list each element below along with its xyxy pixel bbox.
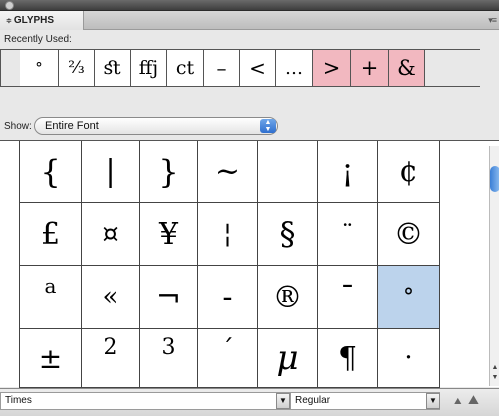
scroll-thumb[interactable] [490, 166, 499, 192]
glyph-cell[interactable] [258, 141, 318, 203]
recently-used-row: ° ⅔ ﬆ ﬀj ct – <… > + & [0, 49, 480, 87]
recent-glyph-cell[interactable]: < [240, 50, 276, 86]
glyphs-panel: ≑ GLYPHS ▾≡ Recently Used: ° ⅔ ﬆ ﬀj ct – <… > + & … [0, 0, 499, 416]
font-style-value: Regular [295, 395, 331, 406]
grid-scrollbar[interactable]: ▲ ▼ [489, 146, 499, 386]
close-icon[interactable] [5, 1, 14, 10]
zoom-in-icon[interactable]: ⛰ [468, 392, 479, 408]
tab-arrows-icon: ≑ [6, 18, 12, 25]
recent-row-edge [0, 49, 20, 87]
scroll-down-icon[interactable]: ▼ [490, 374, 499, 384]
scroll-up-icon[interactable]: ▲ [490, 364, 499, 374]
glyph-cell[interactable]: ¯ [318, 266, 378, 329]
font-style-dropdown-icon[interactable]: ▼ [426, 393, 440, 409]
glyph-cell[interactable]: © [378, 203, 440, 266]
glyph-cell[interactable]: § [258, 203, 318, 266]
glyph-cell[interactable]: ~ [198, 141, 258, 203]
glyph-cell[interactable]: ® [258, 266, 318, 329]
glyph-cell[interactable]: ¡ [318, 141, 378, 203]
show-select[interactable]: Entire Font ▲ ▼ [34, 117, 278, 135]
recently-used-label: Recently Used: [4, 34, 72, 45]
tab-bar: ≑ GLYPHS ▾≡ [0, 11, 499, 30]
font-family-value: Times [5, 395, 32, 406]
glyph-cell[interactable]: « [82, 266, 140, 329]
show-row: Show: Entire Font ▲ ▼ [0, 117, 499, 139]
recent-glyph-cell[interactable]: ct [167, 50, 204, 86]
font-family-field[interactable]: Times [0, 392, 290, 410]
tab-glyphs-label: GLYPHS [13, 15, 55, 26]
glyph-cell[interactable]: μ [258, 329, 318, 388]
glyph-cell[interactable]: | [82, 141, 140, 203]
glyph-cell[interactable]: - [198, 266, 258, 329]
glyph-cell[interactable]: · [378, 329, 440, 388]
glyph-cell[interactable]: ¤ [82, 203, 140, 266]
glyph-cell[interactable]: ¬ [140, 266, 198, 329]
font-family-dropdown-icon[interactable]: ▼ [276, 393, 290, 409]
recent-glyph-cell[interactable]: & [389, 50, 425, 86]
font-style-field[interactable]: Regular [290, 392, 440, 410]
glyph-cell[interactable]: ¦ [198, 203, 258, 266]
tab-glyphs[interactable]: ≑ GLYPHS [0, 11, 84, 30]
recent-glyph-cell[interactable]: ﬀj [131, 50, 167, 86]
recent-glyph-cell[interactable]: ﬆ [95, 50, 131, 86]
glyph-cell[interactable]: ± [20, 329, 82, 388]
panel-menu-icon[interactable]: ▾≡ [488, 15, 497, 26]
glyph-cell[interactable]: £ [20, 203, 82, 266]
recent-glyph-cell[interactable]: ° [20, 50, 59, 86]
panel-titlebar[interactable] [0, 0, 499, 11]
recent-glyph-cell[interactable]: > [313, 50, 351, 86]
glyph-cell[interactable]: } [140, 141, 198, 203]
bottom-bar: Times ▼ Regular ▼ ⛰ ⛰ [0, 388, 499, 416]
show-label: Show: [4, 121, 32, 132]
glyph-grid-area: {|} ~ ¡ ¢ £ ¤ ¥ ¦ § ¨ © a «¬ - ® ¯ ° ±2 3 ´ μ ¶ · [0, 140, 499, 388]
recent-glyph-cell[interactable]: ⅔ [59, 50, 95, 86]
glyph-cell[interactable]: 3 [140, 329, 198, 388]
glyph-cell[interactable]: ¢ [378, 141, 440, 203]
recent-glyph-cell[interactable]: + [351, 50, 389, 86]
zoom-out-icon[interactable]: ⛰ [454, 396, 462, 407]
glyph-cell[interactable]: { [20, 141, 82, 203]
glyph-cell[interactable]: ¨ [318, 203, 378, 266]
select-stepper-icon[interactable]: ▲ ▼ [260, 119, 276, 133]
recent-glyph-cell[interactable]: … [276, 50, 313, 86]
glyph-cell[interactable]: ° [378, 266, 440, 329]
glyph-cell[interactable]: ¶ [318, 329, 378, 388]
recent-glyph-cell[interactable]: – [204, 50, 240, 86]
glyph-cell[interactable]: 2 [82, 329, 140, 388]
show-select-value: Entire Font [45, 120, 99, 132]
glyph-cell[interactable]: ¥ [140, 203, 198, 266]
glyph-cell[interactable]: ´ [198, 329, 258, 388]
glyph-cell[interactable]: a [20, 266, 82, 329]
